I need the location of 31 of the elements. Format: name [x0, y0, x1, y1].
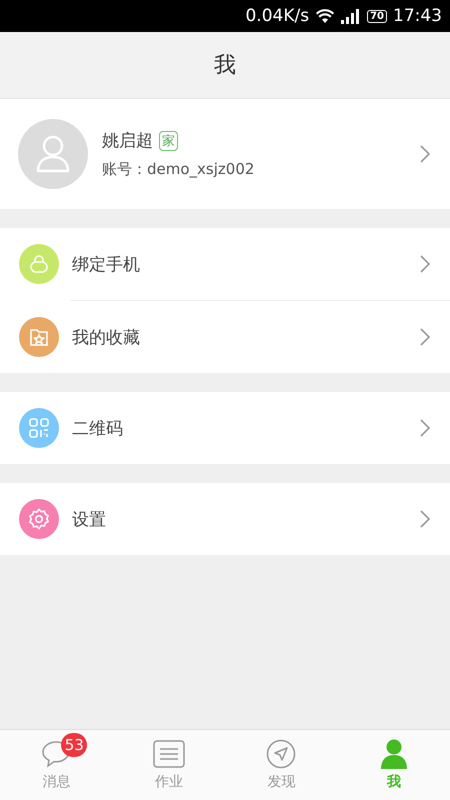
chevron-right-icon — [420, 145, 430, 163]
menu-label: 设置 — [72, 508, 107, 530]
chevron-right-icon — [420, 255, 430, 273]
menu-item[interactable]: 二维码 — [0, 392, 450, 464]
page-title: 我 — [214, 52, 236, 80]
menu-label: 绑定手机 — [72, 254, 141, 276]
battery-level: 70 — [367, 10, 387, 22]
wifi-icon — [315, 8, 336, 24]
chevron-right-icon — [420, 328, 430, 346]
person-icon — [380, 739, 407, 769]
menu-label: 二维码 — [72, 418, 124, 440]
menu-item[interactable]: 我的收藏 — [0, 301, 450, 373]
account-id: 账号：demo_xsjz002 — [102, 160, 256, 179]
chevron-right-icon — [420, 419, 430, 437]
tab[interactable]: 53 消息 — [0, 730, 112, 800]
lock-icon — [28, 253, 50, 275]
menu-label: 我的收藏 — [72, 326, 141, 348]
qr-code-icon — [28, 417, 50, 439]
gear-icon — [27, 507, 51, 531]
menu-item[interactable]: 绑定手机 — [0, 228, 450, 300]
document-icon — [152, 740, 185, 768]
profile-card[interactable]: 姚启超 家 账号：demo_xsjz002 — [0, 99, 450, 209]
star-folder-icon — [28, 326, 50, 348]
network-speed: 0.04K/s — [245, 6, 310, 26]
role-tag: 家 — [159, 130, 178, 150]
signal-icon — [341, 8, 362, 24]
chevron-right-icon — [420, 510, 430, 528]
clock: 17:43 — [393, 6, 442, 26]
unread-badge: 53 — [61, 733, 88, 757]
user-name: 姚启超 — [102, 130, 153, 152]
menu-item[interactable]: 设置 — [0, 483, 450, 555]
